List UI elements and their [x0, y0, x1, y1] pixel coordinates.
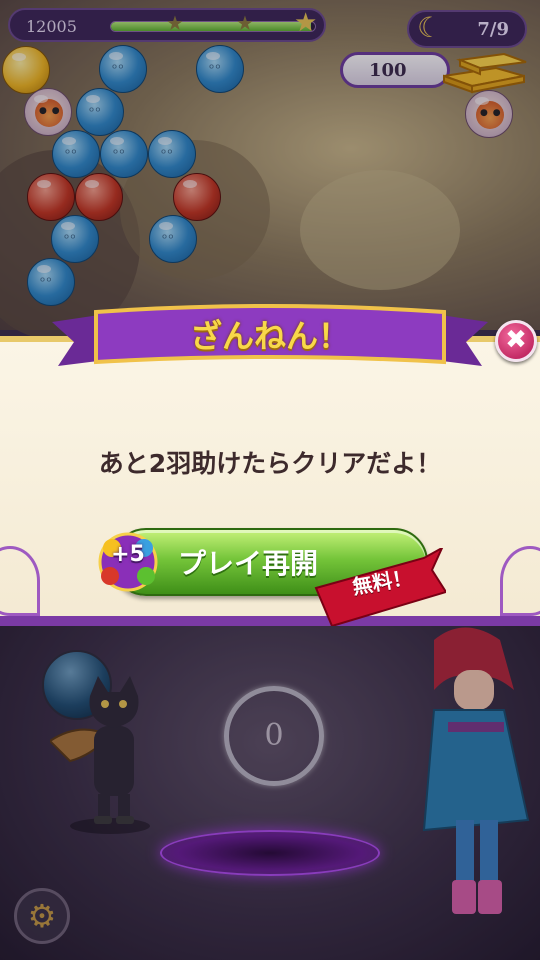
corner-ornament-right [500, 546, 540, 616]
close-icon: ✖ [505, 325, 527, 355]
bonus-moves-text: +5 [111, 542, 145, 567]
corner-ornament-left [0, 546, 40, 616]
close-button[interactable]: ✖ [495, 320, 537, 362]
resume-play-label: プレイ再開 [178, 547, 319, 580]
dialog-message: あと2羽助けたらクリアだよ！ [98, 449, 442, 478]
dialog-title: ざんねん！ [189, 317, 350, 355]
